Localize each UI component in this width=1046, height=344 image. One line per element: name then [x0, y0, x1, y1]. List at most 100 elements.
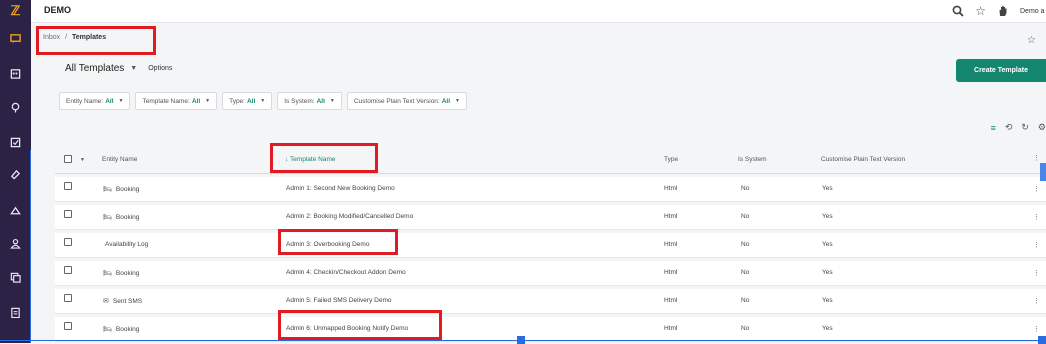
row-menu-icon[interactable]: ⋮	[1033, 213, 1040, 221]
bed-icon: 🛏	[103, 326, 112, 333]
table-tools: ≡ ⟲ ↻ ⚙	[991, 122, 1046, 133]
create-template-button[interactable]: Create Template	[956, 59, 1046, 82]
users-icon[interactable]	[0, 232, 31, 254]
top-bar-actions: ☆ Demo a	[952, 3, 1046, 19]
row-menu-icon[interactable]: ⋮	[1033, 241, 1040, 249]
entity-name-text: Booking	[115, 214, 140, 221]
template-name-cell[interactable]: Admin 4: Checkin/Checkout Addon Demo	[286, 269, 406, 276]
table-row[interactable]: 🛏 Booking Admin 6: Unmapped Booking Notif…	[55, 317, 1046, 342]
filter-template-name[interactable]: Template Name: All ▼	[135, 92, 218, 110]
entity-name-cell: 🛏 Booking	[103, 269, 139, 277]
entity-name-cell: 🛏 Booking	[103, 325, 139, 333]
template-name-cell[interactable]: Admin 6: Unmapped Booking Notify Demo	[286, 325, 408, 332]
breadcrumb: Inbox / Templates	[43, 34, 106, 41]
template-name-cell[interactable]: Admin 3: Overbooking Demo	[286, 241, 369, 248]
filter-label: Customise Plain Text Version:	[353, 97, 440, 105]
chevron-down-icon: ▼	[329, 98, 335, 104]
column-plain-text-version[interactable]: Customise Plain Text Version	[821, 156, 905, 163]
star-icon[interactable]: ☆	[975, 5, 986, 17]
breadcrumb-current: Templates	[71, 34, 107, 41]
filter-icon[interactable]: ≡	[991, 123, 996, 133]
is-system-cell: No	[741, 213, 750, 220]
column-entity-name[interactable]: Entity Name	[102, 156, 137, 163]
location-icon[interactable]	[0, 96, 31, 118]
entity-name-text: Booking	[115, 326, 140, 333]
inbox-icon[interactable]	[0, 27, 31, 49]
view-title[interactable]: All Templates	[65, 63, 124, 74]
scrollbar[interactable]	[1040, 153, 1046, 343]
logo-icon[interactable]: ℤ	[0, 0, 31, 22]
chevron-down-icon[interactable]: ▼	[80, 157, 85, 163]
table-row[interactable]: 🛏 Booking Admin 2: Booking Modified/Cance…	[55, 205, 1046, 230]
filter-value: All	[441, 97, 451, 105]
checklist-icon[interactable]	[0, 131, 31, 153]
row-checkbox[interactable]	[64, 238, 72, 246]
filter-entity-name[interactable]: Entity Name: All ▼	[59, 92, 131, 110]
row-checkbox[interactable]	[64, 266, 72, 274]
row-checkbox[interactable]	[64, 182, 72, 190]
type-cell: Html	[664, 325, 678, 332]
entity-name-text: Sent SMS	[112, 298, 143, 305]
column-template-name[interactable]: ↓ Template Name	[285, 156, 335, 163]
breadcrumb-separator: /	[65, 34, 68, 41]
tag-icon[interactable]	[0, 163, 31, 185]
row-menu-icon[interactable]: ⋮	[1033, 297, 1040, 305]
plain-text-cell: Yes	[822, 297, 833, 304]
type-cell: Html	[664, 241, 678, 248]
filter-value: All	[191, 97, 201, 105]
view-header: All Templates ▼ Options	[65, 63, 172, 74]
refresh-icon[interactable]: ↻	[1021, 122, 1029, 133]
entity-name-cell: Availability Log	[105, 241, 149, 248]
chevron-down-icon: ▼	[455, 98, 460, 104]
filter-plain-text-version[interactable]: Customise Plain Text Version: All ▼	[346, 92, 467, 110]
plain-text-cell: Yes	[822, 213, 833, 220]
filter-is-system[interactable]: Is System: All ▼	[277, 92, 342, 110]
filter-type[interactable]: Type: All ▼	[222, 92, 273, 110]
entity-name-cell: ✉ Sent SMS	[103, 297, 142, 305]
row-menu-icon[interactable]: ⋮	[1033, 185, 1040, 193]
row-checkbox[interactable]	[64, 322, 72, 330]
app-title: DEMO	[44, 5, 71, 15]
template-name-cell[interactable]: Admin 2: Booking Modified/Cancelled Demo	[286, 213, 413, 220]
entity-name-cell: 🛏 Booking	[103, 213, 139, 221]
table-row[interactable]: ✉ Sent SMS Admin 5: Failed SMS Delivery D…	[55, 289, 1046, 314]
row-checkbox[interactable]	[64, 294, 72, 302]
sidebar: ℤ	[0, 0, 31, 343]
chevron-down-icon: ▼	[260, 98, 266, 104]
plain-text-cell: Yes	[822, 185, 833, 192]
filter-label: Entity Name:	[66, 97, 104, 105]
options-button[interactable]: Options	[148, 65, 172, 72]
type-cell: Html	[664, 213, 678, 220]
column-menu-icon[interactable]: ⋮	[1033, 154, 1040, 162]
table-row[interactable]: 🛏 Booking Admin 1: Second New Booking Dem…	[55, 177, 1046, 202]
row-menu-icon[interactable]: ⋮	[1033, 325, 1040, 333]
pages-icon[interactable]	[0, 266, 31, 288]
filter-label: Type:	[229, 97, 245, 105]
template-name-cell[interactable]: Admin 1: Second New Booking Demo	[286, 185, 395, 192]
column-is-system[interactable]: Is System	[738, 156, 767, 163]
gear-icon[interactable]: ⚙	[1038, 122, 1046, 133]
table-row[interactable]: Availability Log Admin 3: Overbooking De…	[55, 233, 1046, 258]
chevron-down-icon[interactable]: ▼	[130, 65, 137, 72]
column-type[interactable]: Type	[664, 156, 678, 163]
row-menu-icon[interactable]: ⋮	[1033, 269, 1040, 277]
row-checkbox[interactable]	[64, 210, 72, 218]
calendar-icon[interactable]	[0, 62, 31, 84]
envelope-icon: ✉	[103, 298, 109, 305]
home-icon[interactable]	[0, 199, 31, 221]
hand-icon[interactable]	[997, 5, 1009, 17]
bed-icon: 🛏	[103, 186, 112, 193]
is-system-cell: No	[741, 185, 750, 192]
sync-icon[interactable]: ⟲	[1005, 122, 1013, 133]
clipboard-icon[interactable]	[0, 301, 31, 323]
is-system-cell: No	[741, 325, 750, 332]
breadcrumb-parent[interactable]: Inbox	[43, 34, 60, 41]
template-name-cell[interactable]: Admin 5: Failed SMS Delivery Demo	[286, 297, 391, 304]
favorite-star-icon[interactable]: ☆	[1027, 35, 1036, 46]
select-all-checkbox[interactable]	[64, 155, 72, 163]
user-name[interactable]: Demo a	[1020, 8, 1046, 15]
table-row[interactable]: 🛏 Booking Admin 4: Checkin/Checkout Addon…	[55, 261, 1046, 286]
is-system-cell: No	[741, 269, 750, 276]
search-icon[interactable]	[952, 5, 964, 17]
scrollbar-thumb[interactable]	[1040, 163, 1046, 181]
